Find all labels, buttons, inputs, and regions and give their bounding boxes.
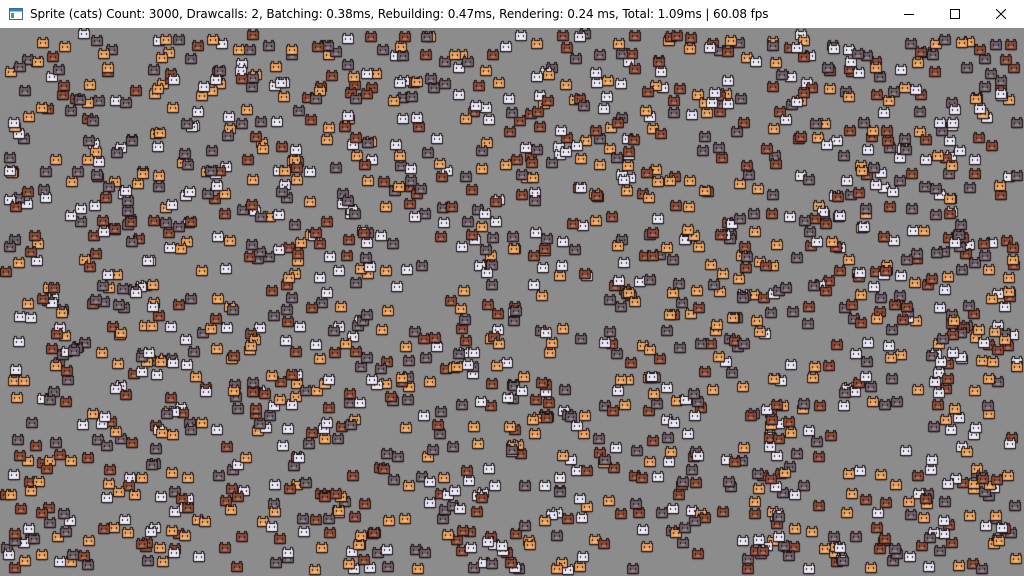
minimize-button[interactable] <box>886 0 932 28</box>
minimize-icon <box>904 14 914 15</box>
maximize-icon <box>950 9 960 19</box>
cat-sprite-field <box>0 28 1024 576</box>
app-window-icon <box>9 8 23 20</box>
title-bar[interactable]: Sprite (cats) Count: 3000, Drawcalls: 2,… <box>0 0 1024 28</box>
close-button[interactable] <box>978 0 1024 28</box>
app-window: Sprite (cats) Count: 3000, Drawcalls: 2,… <box>0 0 1024 576</box>
close-icon <box>996 9 1006 19</box>
render-viewport[interactable] <box>0 28 1024 576</box>
window-title: Sprite (cats) Count: 3000, Drawcalls: 2,… <box>30 7 769 21</box>
maximize-button[interactable] <box>932 0 978 28</box>
